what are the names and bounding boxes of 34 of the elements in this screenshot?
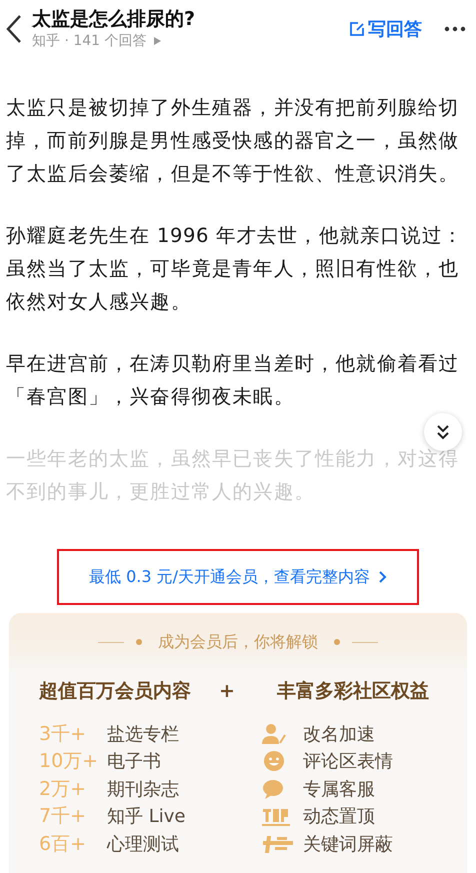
content-type: 期刊杂志 <box>107 778 179 801</box>
play-icon[interactable] <box>152 36 162 46</box>
double-chevron-icon <box>435 424 451 440</box>
content-count: 6百+ <box>39 832 88 857</box>
content-count: 2万+ <box>39 776 88 802</box>
content-type: 心理测试 <box>107 832 179 856</box>
answer-paragraph: 太监只是被切掉了外生殖器，并没有把前列腺给切掉，而前列腺是男性感受快感的器官之一，虽然做了太监后会萎缩，但是不等于性欲、性意识消失。 <box>6 96 460 185</box>
chevron-icon <box>378 570 387 584</box>
edit-icon <box>349 21 365 37</box>
content-title: 超值百万会员内容 <box>39 679 191 704</box>
answer-paragraph: 孙耀庭老先生在 1996 年才去世，他就亲口说过：虽然当了太监，可毕竟是青年人，照旧有性欲，也依然对女人感兴趣。 <box>6 224 464 313</box>
member-right: 动态置顶 <box>303 805 375 828</box>
more-button[interactable] <box>444 26 466 32</box>
content-type: 盐选专栏 <box>107 722 179 746</box>
member-right: 关键词屏蔽 <box>303 832 393 856</box>
write-answer-button[interactable]: 写回答 <box>349 17 422 41</box>
content-type: 知乎 Live <box>107 805 186 828</box>
member-right: 专属客服 <box>303 778 375 801</box>
answer-count: 知乎 · 141 个回答 <box>32 32 147 51</box>
rights-title: 丰富多彩社区权益 <box>276 679 429 704</box>
unlock-heading: 成为会员后，你将解锁 <box>158 632 318 652</box>
content-count: 3千+ <box>39 722 88 747</box>
question-title: 太监是怎么排尿的? <box>32 7 196 31</box>
content-count: 10万+ <box>39 749 100 774</box>
plus-sign: + <box>219 680 235 702</box>
content-count: 7千+ <box>39 804 88 830</box>
person-edit-icon <box>261 722 287 745</box>
answer-paragraph: 早在进宫前，在涛贝勒府里当差时，他就偷着看过「春宫图」，兴奋得彻夜未眠。 <box>6 352 460 408</box>
back-button[interactable] <box>4 13 24 45</box>
smiley-icon <box>261 750 287 772</box>
member-right: 评论区表情 <box>303 750 393 774</box>
member-right: 改名加速 <box>303 722 375 746</box>
content-type: 电子书 <box>107 750 161 774</box>
membership-link[interactable]: 最低 0.3 元/天开通会员，查看完整内容 <box>57 549 419 605</box>
